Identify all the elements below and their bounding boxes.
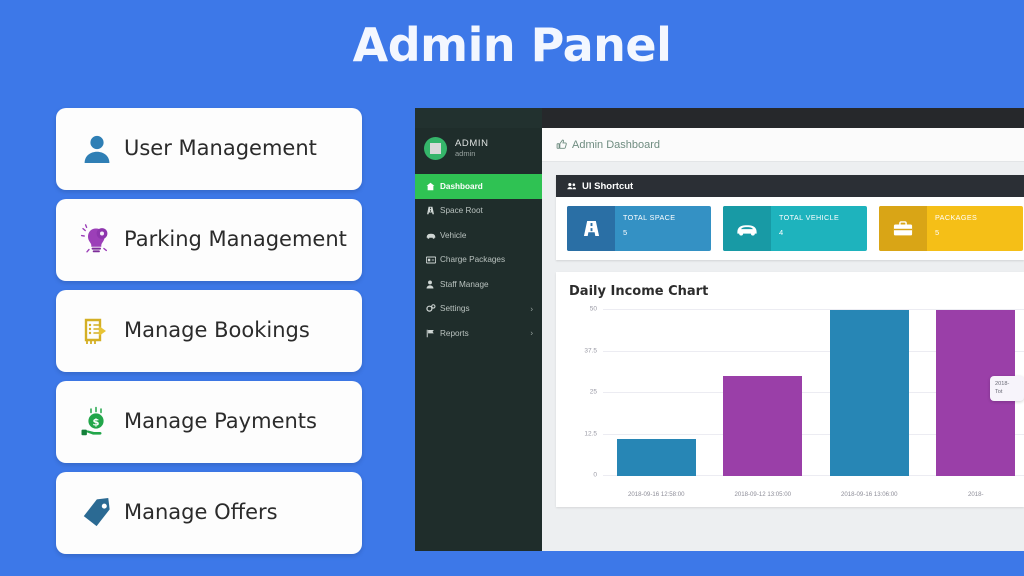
stat-value: 5 xyxy=(935,227,940,237)
feature-card-manage-bookings[interactable]: Manage Bookings xyxy=(56,290,362,372)
screenshot-root: Admin Panel User Management Parking Mana… xyxy=(0,0,1024,576)
y-axis-tick-label: 25 xyxy=(589,388,597,396)
sidebar-item-label: Settings xyxy=(440,304,470,314)
page-title: Admin Panel xyxy=(352,18,672,72)
breadcrumb: Admin Dashboard xyxy=(542,128,1024,162)
road-icon xyxy=(426,206,440,215)
stat-label: TOTAL SPACE xyxy=(623,213,676,222)
gears-icon xyxy=(426,304,440,313)
x-axis-tick-label: 2018-09-12 13:05:00 xyxy=(734,491,792,498)
sidebar-item-reports[interactable]: Reports › xyxy=(415,321,542,346)
avatar xyxy=(424,137,447,160)
chevron-right-icon: › xyxy=(530,304,533,314)
sidebar-item-space-root[interactable]: Space Root xyxy=(415,199,542,224)
sidebar-item-charge-packages[interactable]: Charge Packages xyxy=(415,248,542,273)
sidebar-profile[interactable]: ADMIN admin xyxy=(415,128,542,171)
stat-label: TOTAL VEHICLE xyxy=(779,213,840,222)
feature-card-label: Parking Management xyxy=(124,227,347,252)
daily-income-chart-panel: Daily Income Chart 0 12.5 25 37.5 50 2018-09… xyxy=(556,272,1024,507)
stat-card-list: TOTAL SPACE 5 TOTAL VEHICLE 4 PACKAGES 5 xyxy=(556,197,1024,260)
money-hand-icon: $ xyxy=(70,395,124,449)
briefcase-icon xyxy=(879,206,927,251)
sidebar-item-dashboard[interactable]: Dashboard xyxy=(415,174,542,199)
booking-document-icon xyxy=(70,304,124,358)
y-axis-tick-label: 12.5 xyxy=(584,430,597,437)
sidebar-item-label: Reports xyxy=(440,328,469,338)
sidebar-menu: Dashboard Space Root Vehicle Charge Pack… xyxy=(415,174,542,346)
tooltip-line-1: 2018- xyxy=(995,381,1010,387)
stat-card-total-space[interactable]: TOTAL SPACE 5 xyxy=(567,206,711,251)
chart-bar-cell xyxy=(603,310,710,476)
dashboard-sidebar: ADMIN admin Dashboard Space Root Vehicle… xyxy=(415,108,542,551)
car-icon xyxy=(426,231,440,240)
ui-shortcut-title: UI Shortcut xyxy=(582,180,634,192)
car-icon xyxy=(723,206,771,251)
lightbulb-gear-icon xyxy=(70,213,124,267)
thumbs-up-icon xyxy=(556,139,567,150)
feature-card-user-management[interactable]: User Management xyxy=(56,108,362,190)
svg-text:$: $ xyxy=(93,417,100,428)
feature-card-manage-payments[interactable]: $ Manage Payments xyxy=(56,381,362,463)
y-axis-tick-label: 50 xyxy=(589,305,597,313)
users-icon xyxy=(567,182,577,190)
chart-bar-cell xyxy=(816,310,923,476)
feature-card-manage-offers[interactable]: Manage Offers xyxy=(56,472,362,554)
chart-bar[interactable] xyxy=(723,376,803,476)
sidebar-item-label: Space Root xyxy=(440,206,483,216)
home-icon xyxy=(426,182,440,191)
sidebar-item-label: Charge Packages xyxy=(440,255,506,265)
dashboard-main: Admin Dashboard UI Shortcut TOTAL SPACE … xyxy=(542,108,1024,551)
x-axis-tick-label: 2018- xyxy=(967,491,984,498)
sidebar-item-vehicle[interactable]: Vehicle xyxy=(415,223,542,248)
x-axis-tick-label: 2018-09-16 13:06:00 xyxy=(840,491,898,498)
breadcrumb-label[interactable]: Admin Dashboard xyxy=(572,139,660,151)
tooltip-line-2: Tot xyxy=(995,389,1003,396)
person-icon xyxy=(426,280,440,289)
stat-value: 4 xyxy=(779,227,784,237)
chart-title: Daily Income Chart xyxy=(569,284,709,299)
chart-x-axis-labels: 2018-09-16 12:58:00 2018-09-12 13:05:00 20… xyxy=(603,491,1024,498)
feature-card-label: Manage Payments xyxy=(124,409,317,434)
sidebar-item-label: Dashboard xyxy=(440,181,483,191)
stat-label: PACKAGES xyxy=(935,213,978,222)
chart-bar-cell xyxy=(710,310,817,476)
sidebar-top-strip xyxy=(415,108,542,128)
flag-icon xyxy=(426,329,440,338)
sidebar-item-label: Vehicle xyxy=(440,230,467,240)
feature-card-label: User Management xyxy=(124,136,317,161)
road-icon xyxy=(567,206,615,251)
stat-value: 5 xyxy=(623,227,628,237)
chart-tooltip: 2018- Tot xyxy=(990,376,1024,401)
chart-bar[interactable] xyxy=(829,310,909,476)
price-tag-icon xyxy=(70,486,124,540)
y-axis-tick-label: 0 xyxy=(593,471,597,479)
x-axis-tick-label: 2018-09-16 12:58:00 xyxy=(627,491,685,498)
feature-card-parking-management[interactable]: Parking Management xyxy=(56,199,362,281)
sidebar-item-staff-manage[interactable]: Staff Manage xyxy=(415,272,542,297)
chevron-right-icon: › xyxy=(530,328,533,338)
profile-role: admin xyxy=(455,149,476,159)
stat-card-total-vehicle[interactable]: TOTAL VEHICLE 4 xyxy=(723,206,867,251)
chart-bar[interactable] xyxy=(616,439,696,476)
dashboard-top-strip xyxy=(542,108,1024,128)
stat-card-packages[interactable]: PACKAGES 5 xyxy=(879,206,1023,251)
feature-card-list: User Management Parking Management Manag… xyxy=(56,108,362,563)
chart-bars xyxy=(603,310,1024,476)
y-axis-tick-label: 37.5 xyxy=(584,347,597,354)
ui-shortcut-panel: UI Shortcut TOTAL SPACE 5 TOTAL VEHICLE … xyxy=(556,175,1024,260)
chart-plot: 0 12.5 25 37.5 50 xyxy=(584,306,1024,479)
feature-card-label: Manage Bookings xyxy=(124,318,310,343)
sidebar-item-label: Staff Manage xyxy=(440,279,489,289)
feature-card-label: Manage Offers xyxy=(124,500,278,525)
chart-area: 0 12.5 25 37.5 50 2018-09-16 12:58:00 2018-09… xyxy=(569,306,1024,498)
profile-name: ADMIN xyxy=(455,137,489,149)
card-icon xyxy=(426,256,440,264)
ui-shortcut-header: UI Shortcut xyxy=(556,175,1024,197)
admin-dashboard-screenshot: ADMIN admin Dashboard Space Root Vehicle… xyxy=(415,108,1024,551)
sidebar-item-settings[interactable]: Settings › xyxy=(415,297,542,322)
user-icon xyxy=(70,122,124,176)
